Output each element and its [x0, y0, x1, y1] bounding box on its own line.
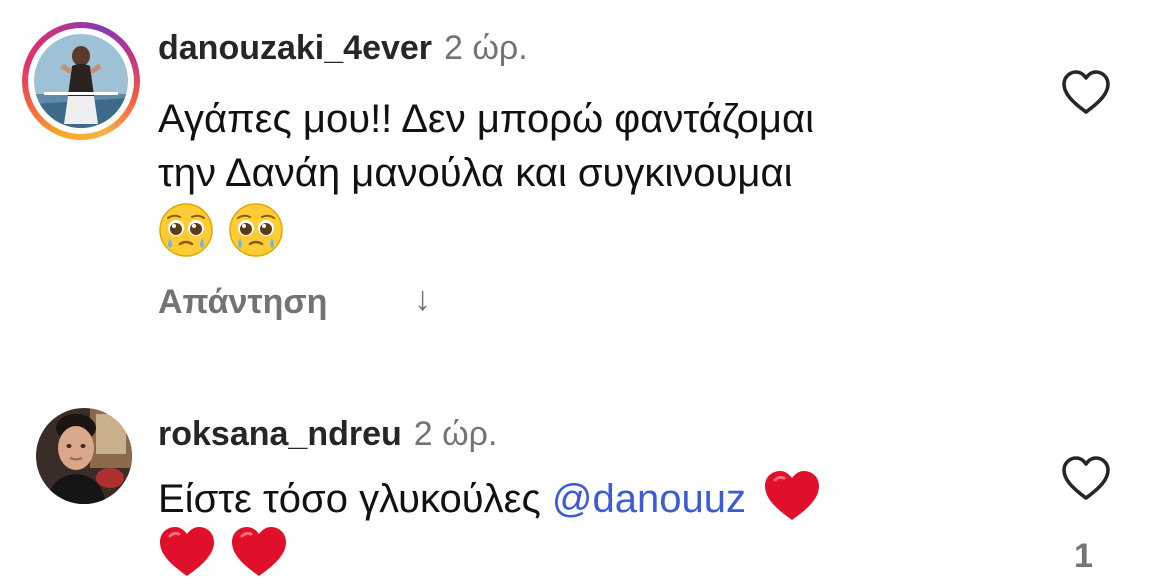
like-count[interactable]: 1 — [1074, 536, 1093, 576]
timestamp: 2 ώρ. — [413, 415, 498, 453]
pleading-face-emoji — [159, 203, 213, 257]
view-replies-arrow-icon[interactable]: ↓ — [414, 280, 431, 319]
story-ring-gap — [28, 28, 134, 134]
comment-text-segment: Είστε τόσο γλυκούλες — [158, 477, 541, 521]
timestamp: 2 ώρ. — [444, 29, 528, 67]
comment-text-line: την Δανάη μανούλα και συγκινουμαι — [158, 151, 793, 195]
heart-outline-icon[interactable] — [1061, 70, 1111, 116]
comment-text: Αγάπες μου!! Δεν μπορώ φαντάζομαι την Δα… — [158, 92, 1018, 262]
red-heart-emoji — [160, 527, 214, 576]
heart-outline-icon[interactable] — [1061, 456, 1111, 502]
avatar[interactable] — [34, 34, 128, 128]
username[interactable]: danouzaki_4ever — [158, 29, 432, 67]
reply-button[interactable]: Απάντηση — [158, 282, 327, 322]
comment-header: danouzaki_4ever 2 ώρ. — [158, 28, 528, 68]
red-heart-emoji — [232, 527, 286, 576]
pleading-face-emoji — [229, 203, 283, 257]
username[interactable]: roksana_ndreu — [158, 415, 402, 453]
emoji-row — [158, 202, 1018, 262]
comment-text: Είστε τόσο γλυκούλες @danouuz — [158, 470, 1018, 582]
avatar[interactable] — [36, 408, 132, 504]
comment-header: roksana_ndreu 2 ώρ. — [158, 414, 497, 454]
emoji-row — [158, 526, 1018, 582]
comment-text-line: Αγάπες μου!! Δεν μπορώ φαντάζομαι — [158, 97, 814, 141]
story-ring[interactable] — [22, 22, 140, 140]
comment-text-line: Είστε τόσο γλυκούλες @danouuz — [158, 470, 1018, 526]
mention-link[interactable]: @danouuz — [552, 477, 746, 521]
red-heart-emoji — [765, 471, 820, 520]
